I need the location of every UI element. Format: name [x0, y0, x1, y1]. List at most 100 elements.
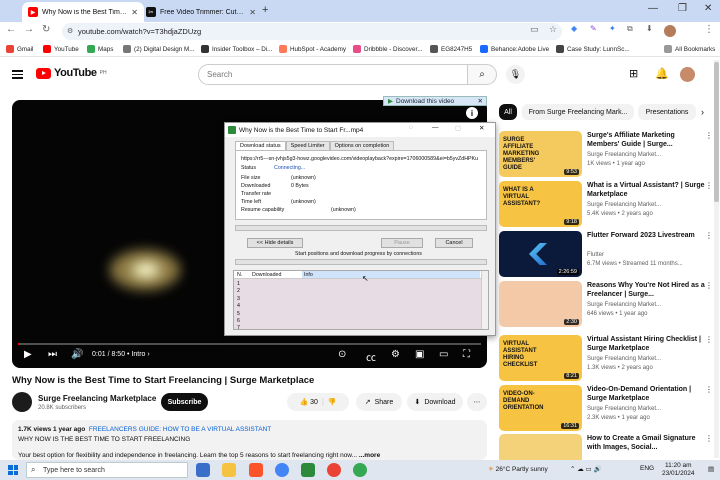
recommended-channel[interactable]: Surge Freelancing Market...: [587, 406, 661, 412]
notifications-bell-icon[interactable]: 🔔: [655, 67, 669, 80]
all-bookmarks[interactable]: All Bookmarks: [664, 45, 715, 53]
browser-tab-active[interactable]: ▶ Why Now is the Best Time to St ✕: [22, 2, 144, 22]
autoplay-toggle[interactable]: ⊙: [338, 349, 346, 360]
file-explorer-icon[interactable]: [222, 463, 236, 477]
notifications-icon[interactable]: ▤: [708, 465, 714, 473]
recommended-channel[interactable]: Surge Freelancing Market...: [587, 152, 661, 158]
taskbar-search-input[interactable]: ⌕ Type here to search: [26, 462, 188, 478]
extension-pen-icon[interactable]: ✎: [590, 24, 597, 33]
extensions-puzzle-icon[interactable]: ⧉: [627, 24, 633, 34]
play-icon[interactable]: ▶: [24, 349, 32, 360]
bookmark-item[interactable]: Dribbble - Discover...: [353, 45, 422, 53]
recommended-title[interactable]: Flutter Forward 2023 Livestream: [587, 231, 707, 240]
scrollbar-thumb[interactable]: [714, 62, 719, 202]
thumbs-down-icon[interactable]: 👎: [328, 398, 337, 406]
recommended-video[interactable]: VIRTUAL ASSISTANT HIRING CHECKLIST 8:21 Vi…: [499, 335, 713, 385]
system-tray-icons[interactable]: ⌃ ☁ ▭ 🔊: [570, 465, 602, 473]
hide-details-button[interactable]: << Hide details: [247, 238, 303, 248]
hashtag-link[interactable]: FREELANCERS GUIDE: HOW TO BE A VIRTUAL A…: [89, 426, 271, 433]
close-tab-icon[interactable]: ✕: [249, 8, 256, 17]
subscribe-button[interactable]: Subscribe: [161, 393, 208, 411]
miniplayer-icon[interactable]: ▣: [415, 349, 424, 360]
bookmark-item[interactable]: Gmail: [6, 45, 33, 53]
tab-download-status[interactable]: Download status: [235, 141, 286, 150]
channel-avatar[interactable]: [12, 392, 32, 412]
create-video-icon[interactable]: ⊞: [629, 67, 638, 80]
chip-all[interactable]: All: [499, 104, 517, 120]
like-button[interactable]: 👍 30: [299, 398, 317, 406]
chrome-profile-icon[interactable]: [327, 463, 341, 477]
back-icon[interactable]: ←: [6, 24, 16, 35]
fullscreen-icon[interactable]: ⛶: [463, 349, 470, 360]
video-thumbnail[interactable]: WHAT IS A VIRTUAL ASSISTANT? 9:18: [499, 181, 582, 227]
language-indicator[interactable]: ENG: [640, 465, 654, 472]
new-tab-icon[interactable]: +: [262, 4, 268, 16]
recommended-title[interactable]: Reasons Why You're Not Hired as a Freela…: [587, 281, 707, 299]
browser-tab[interactable]: ✂ Free Video Trimmer: Cut Video ✕: [140, 2, 262, 22]
bookmark-item[interactable]: Behance:Adobe Live: [480, 45, 549, 53]
recommended-title[interactable]: What is a Virtual Assistant? | Surge Mar…: [587, 181, 707, 199]
windows-start-icon[interactable]: [8, 465, 18, 475]
bookmark-item[interactable]: Insider Toolbox – Di...: [201, 45, 272, 53]
bookmark-star-icon[interactable]: ☆: [549, 24, 557, 35]
channel-name[interactable]: Surge Freelancing Marketplace: [38, 394, 156, 403]
more-options-icon[interactable]: ⋮: [705, 231, 713, 240]
video-thumbnail[interactable]: SURGE AFFILIATE MARKETING MEMBERS' GUIDE…: [499, 131, 582, 177]
clock[interactable]: 11:20 am 23/01/2024: [662, 462, 695, 478]
app-icon[interactable]: [353, 463, 367, 477]
idm-taskbar-icon[interactable]: [301, 463, 315, 477]
more-options-icon[interactable]: ⋮: [705, 181, 713, 190]
minimize-icon[interactable]: —: [432, 124, 439, 131]
idm-download-panel[interactable]: ▶ Download this video ✕: [383, 96, 487, 106]
close-icon[interactable]: ✕: [478, 97, 483, 105]
chip-presentations[interactable]: Presentations: [638, 104, 696, 120]
browser-menu-icon[interactable]: ⋮: [704, 24, 714, 35]
voice-search-icon[interactable]: 🎙: [506, 65, 525, 84]
more-actions-icon[interactable]: ⋯: [467, 393, 487, 411]
bookmark-item[interactable]: Maps: [87, 45, 113, 53]
bookmark-item[interactable]: Case Study: LunnSc...: [556, 45, 630, 53]
recommended-channel[interactable]: Surge Freelancing Market...: [587, 302, 661, 308]
download-button[interactable]: ⬇ Download: [407, 393, 463, 411]
more-options-icon[interactable]: ⋮: [705, 385, 713, 394]
reload-icon[interactable]: ↻: [42, 24, 50, 35]
more-options-icon[interactable]: ⋮: [705, 335, 713, 344]
recommended-title[interactable]: Video-On-Demand Orientation | Surge Mark…: [587, 385, 707, 403]
bookmark-item[interactable]: (2) Digital Design M...: [123, 45, 195, 53]
bookmark-item[interactable]: HubSpot - Academy: [279, 45, 346, 53]
search-button[interactable]: ⌕: [467, 64, 497, 85]
extension-star-icon[interactable]: ✦: [609, 24, 616, 33]
tab-options-on-completion[interactable]: Options on completion: [329, 141, 395, 150]
table-scrollbar[interactable]: [481, 271, 488, 329]
more-options-icon[interactable]: ⋮: [705, 434, 713, 443]
chrome-icon[interactable]: [275, 463, 289, 477]
theater-mode-icon[interactable]: ▭: [439, 349, 448, 360]
recommended-video[interactable]: 2:30 Reasons Why You're Not Hired as a Fr…: [499, 281, 713, 331]
video-thumbnail[interactable]: VIRTUAL ASSISTANT HIRING CHECKLIST 8:21: [499, 335, 582, 381]
video-thumbnail[interactable]: 2:30: [499, 281, 582, 327]
share-button[interactable]: ↗ Share: [356, 393, 402, 411]
tab-speed-limiter[interactable]: Speed Limiter: [285, 141, 330, 150]
user-avatar[interactable]: [680, 67, 695, 82]
close-tab-icon[interactable]: ✕: [131, 8, 138, 17]
video-description[interactable]: 1.7K views 1 year ago FREELANCERS GUIDE:…: [12, 420, 487, 460]
close-window-icon[interactable]: ✕: [704, 3, 712, 14]
minimize-icon[interactable]: —: [648, 3, 658, 14]
more-options-icon[interactable]: ⋮: [705, 131, 713, 140]
info-icon[interactable]: i: [466, 107, 478, 119]
video-progress-bar[interactable]: [18, 343, 481, 345]
recommended-video[interactable]: WHAT IS A VIRTUAL ASSISTANT? 9:18 What is …: [499, 181, 713, 231]
search-input[interactable]: Search: [198, 64, 468, 85]
video-thumbnail[interactable]: 2:26:59: [499, 231, 582, 277]
recommended-channel[interactable]: Surge Freelancing Market...: [587, 356, 661, 362]
recommended-video[interactable]: 2:26:59 Flutter Forward 2023 Livestream Fl…: [499, 231, 713, 281]
chevron-right-icon[interactable]: ›: [701, 107, 704, 117]
bookmark-item[interactable]: EG8247H5: [430, 45, 472, 53]
cancel-button[interactable]: Cancel: [435, 238, 473, 248]
maximize-icon[interactable]: ❐: [678, 3, 687, 14]
volume-icon[interactable]: 🔊: [71, 349, 83, 360]
recommended-video[interactable]: VIDEO-ON-DEMAND ORIENTATION 16:31 Video-On…: [499, 385, 713, 435]
cast-icon[interactable]: ▭: [530, 24, 539, 35]
hamburger-menu-icon[interactable]: [12, 68, 23, 81]
more-link[interactable]: ...more: [359, 452, 380, 459]
